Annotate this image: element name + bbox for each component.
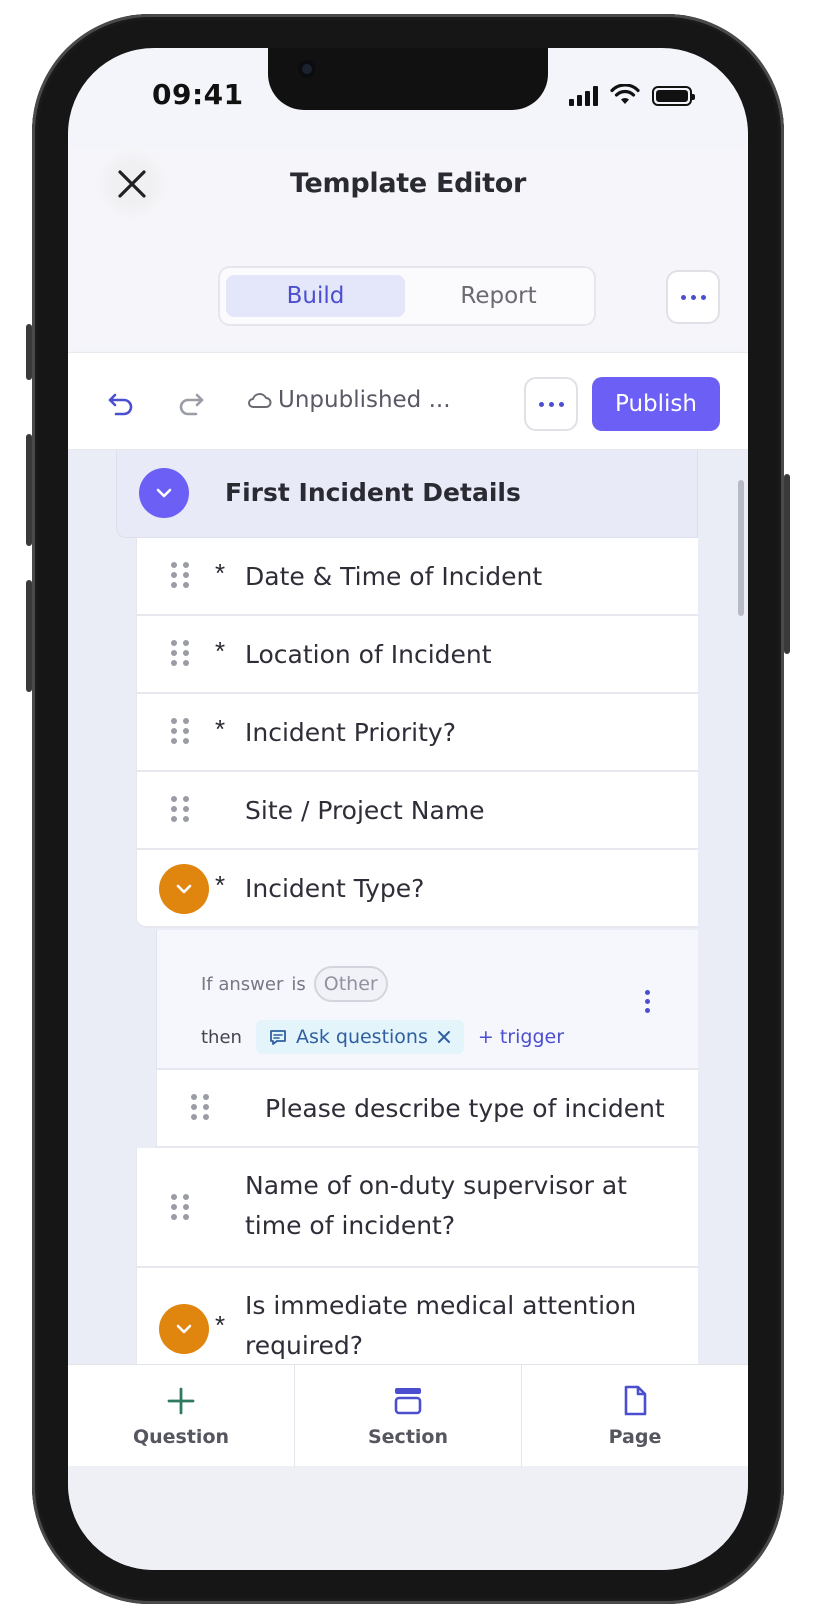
mute-switch bbox=[26, 324, 32, 380]
editor-header: Template Editor Build Report bbox=[68, 148, 748, 348]
scrollbar[interactable] bbox=[738, 480, 744, 616]
page-title: Template Editor bbox=[290, 168, 526, 199]
chevron-down-icon bbox=[156, 488, 172, 498]
logic-condition: If answer is Other bbox=[201, 966, 388, 1002]
section-collapse-button[interactable] bbox=[139, 468, 189, 518]
volume-up-button bbox=[26, 434, 32, 546]
question-row[interactable]: Site / Project Name bbox=[136, 772, 698, 850]
section-header[interactable]: First Incident Details bbox=[116, 450, 698, 538]
more-horizontal-icon bbox=[538, 401, 564, 407]
chevron-down-icon bbox=[176, 884, 192, 894]
add-trigger-link[interactable]: + trigger bbox=[478, 1026, 564, 1048]
cloud-icon bbox=[248, 393, 272, 408]
status-time: 09:41 bbox=[152, 78, 244, 111]
question-label[interactable]: Site / Project Name bbox=[245, 796, 485, 825]
signal-icon bbox=[569, 86, 598, 106]
chevron-down-icon bbox=[176, 1324, 192, 1334]
required-marker: * bbox=[215, 636, 226, 666]
editor-toolbar: Unpublished ... Publish bbox=[68, 352, 748, 450]
wifi-icon bbox=[610, 84, 640, 104]
page-icon bbox=[624, 1385, 647, 1415]
template-content[interactable]: First Incident Details * Date & Time of … bbox=[68, 450, 748, 1364]
drag-handle-icon[interactable] bbox=[171, 796, 189, 822]
redo-icon[interactable] bbox=[176, 389, 206, 419]
logic-collapse-button[interactable] bbox=[159, 1304, 209, 1354]
more-vertical-icon[interactable] bbox=[645, 990, 650, 1013]
front-camera bbox=[298, 60, 316, 78]
section-title: First Incident Details bbox=[225, 478, 521, 507]
question-row[interactable]: Name of on-duty supervisor at time of in… bbox=[136, 1148, 698, 1268]
ask-questions-label: Ask questions bbox=[295, 1026, 428, 1048]
question-label[interactable]: Incident Priority? bbox=[245, 718, 456, 747]
ask-questions-pill[interactable]: Ask questions bbox=[255, 1020, 464, 1054]
home-indicator-area bbox=[68, 1466, 748, 1570]
required-marker: * bbox=[215, 870, 226, 900]
sub-question-row[interactable]: Please describe type of incident bbox=[156, 1070, 698, 1148]
add-question-label: Question bbox=[132, 1425, 230, 1448]
question-label[interactable]: Please describe type of incident bbox=[265, 1094, 665, 1123]
publish-button[interactable]: Publish bbox=[592, 377, 720, 431]
battery-icon bbox=[652, 86, 695, 106]
logic-if-label: If answer bbox=[201, 973, 284, 995]
drag-handle-icon[interactable] bbox=[171, 1194, 189, 1220]
question-label[interactable]: Name of on-duty supervisor at time of in… bbox=[245, 1166, 685, 1246]
plus-icon bbox=[167, 1387, 195, 1414]
toolbar-more-button[interactable] bbox=[524, 377, 578, 431]
required-marker: * bbox=[215, 558, 226, 588]
drag-handle-icon[interactable] bbox=[191, 1094, 209, 1120]
drag-handle-icon[interactable] bbox=[171, 718, 189, 744]
question-label[interactable]: Is immediate medical attention required? bbox=[245, 1286, 685, 1364]
notch bbox=[268, 48, 548, 110]
logic-then-label: then bbox=[201, 1026, 242, 1048]
comment-icon bbox=[270, 1030, 286, 1045]
required-marker: * bbox=[215, 1310, 226, 1340]
tab-build[interactable]: Build bbox=[226, 275, 405, 317]
publish-status-text: Unpublished ... bbox=[278, 387, 451, 413]
logic-action-row: then Ask questions + trigger bbox=[201, 1020, 564, 1054]
question-label[interactable]: Date & Time of Incident bbox=[245, 562, 542, 591]
question-row[interactable]: * Incident Type? bbox=[136, 850, 698, 928]
drag-handle-icon[interactable] bbox=[171, 640, 189, 666]
undo-icon[interactable] bbox=[106, 389, 136, 419]
mode-tabs: Build Report bbox=[218, 266, 596, 326]
logic-rule[interactable]: If answer is Other then Ask questions + … bbox=[156, 930, 698, 1070]
publish-status: Unpublished ... bbox=[246, 387, 451, 413]
logic-is-label[interactable]: is bbox=[291, 974, 305, 995]
bottom-add-bar: Question Section Page bbox=[68, 1364, 748, 1466]
question-row[interactable]: * Location of Incident bbox=[136, 616, 698, 694]
add-section-label: Section bbox=[367, 1425, 448, 1448]
volume-down-button bbox=[26, 580, 32, 692]
question-row[interactable]: * Incident Priority? bbox=[136, 694, 698, 772]
drag-handle-icon[interactable] bbox=[171, 562, 189, 588]
question-row[interactable]: * Is immediate medical attention require… bbox=[136, 1268, 698, 1364]
required-marker: * bbox=[215, 714, 226, 744]
section-icon bbox=[394, 1387, 422, 1414]
add-question-button[interactable]: Question bbox=[68, 1365, 295, 1466]
phone-screen: 09:41 Template Editor Build Report Unpub… bbox=[68, 48, 748, 1570]
question-label[interactable]: Location of Incident bbox=[245, 640, 492, 669]
more-horizontal-icon bbox=[680, 294, 706, 300]
status-icons bbox=[569, 84, 695, 106]
question-row[interactable]: * Date & Time of Incident bbox=[136, 538, 698, 616]
power-button bbox=[784, 474, 790, 654]
tab-report[interactable]: Report bbox=[409, 275, 588, 317]
logic-collapse-button[interactable] bbox=[159, 864, 209, 914]
add-page-label: Page bbox=[608, 1425, 662, 1448]
header-more-button[interactable] bbox=[666, 270, 720, 324]
add-section-button[interactable]: Section bbox=[295, 1365, 522, 1466]
add-page-button[interactable]: Page bbox=[522, 1365, 748, 1466]
close-icon[interactable] bbox=[436, 1029, 452, 1045]
logic-answer-pill[interactable]: Other bbox=[313, 966, 388, 1002]
question-label[interactable]: Incident Type? bbox=[245, 874, 424, 903]
